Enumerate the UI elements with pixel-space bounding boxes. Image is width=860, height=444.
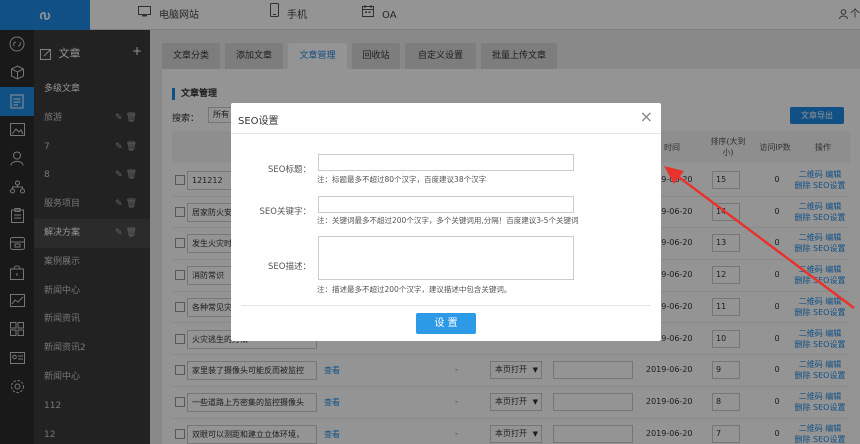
seo-description-textarea[interactable] — [318, 236, 574, 280]
seo-keywords-label: SEO关键字： — [259, 207, 311, 217]
divider — [241, 305, 651, 306]
seo-title-label: SEO标题： — [268, 165, 311, 175]
seo-description-hint: 注：描述最多不超过200个汉字，建议描述中包含关键词。 — [317, 285, 512, 294]
seo-settings-dialog: SEO设置 × SEO标题： 注：标题最多不超过80个汉字，百度建议38个汉字 … — [231, 103, 661, 341]
submit-seo-button[interactable]: 设 置 — [416, 313, 476, 334]
seo-title-hint: 注：标题最多不超过80个汉字，百度建议38个汉字 — [317, 175, 487, 184]
seo-title-input[interactable] — [318, 154, 574, 171]
seo-keywords-input[interactable] — [318, 196, 574, 213]
seo-keywords-hint: 注：关键词最多不超过200个汉字，多个关键词用,分隔！百度建议3-5个关键词 — [317, 216, 579, 225]
close-icon[interactable]: × — [640, 107, 653, 126]
seo-description-label: SEO描述： — [268, 262, 311, 272]
divider — [231, 133, 661, 134]
dialog-title: SEO设置 — [238, 116, 279, 127]
